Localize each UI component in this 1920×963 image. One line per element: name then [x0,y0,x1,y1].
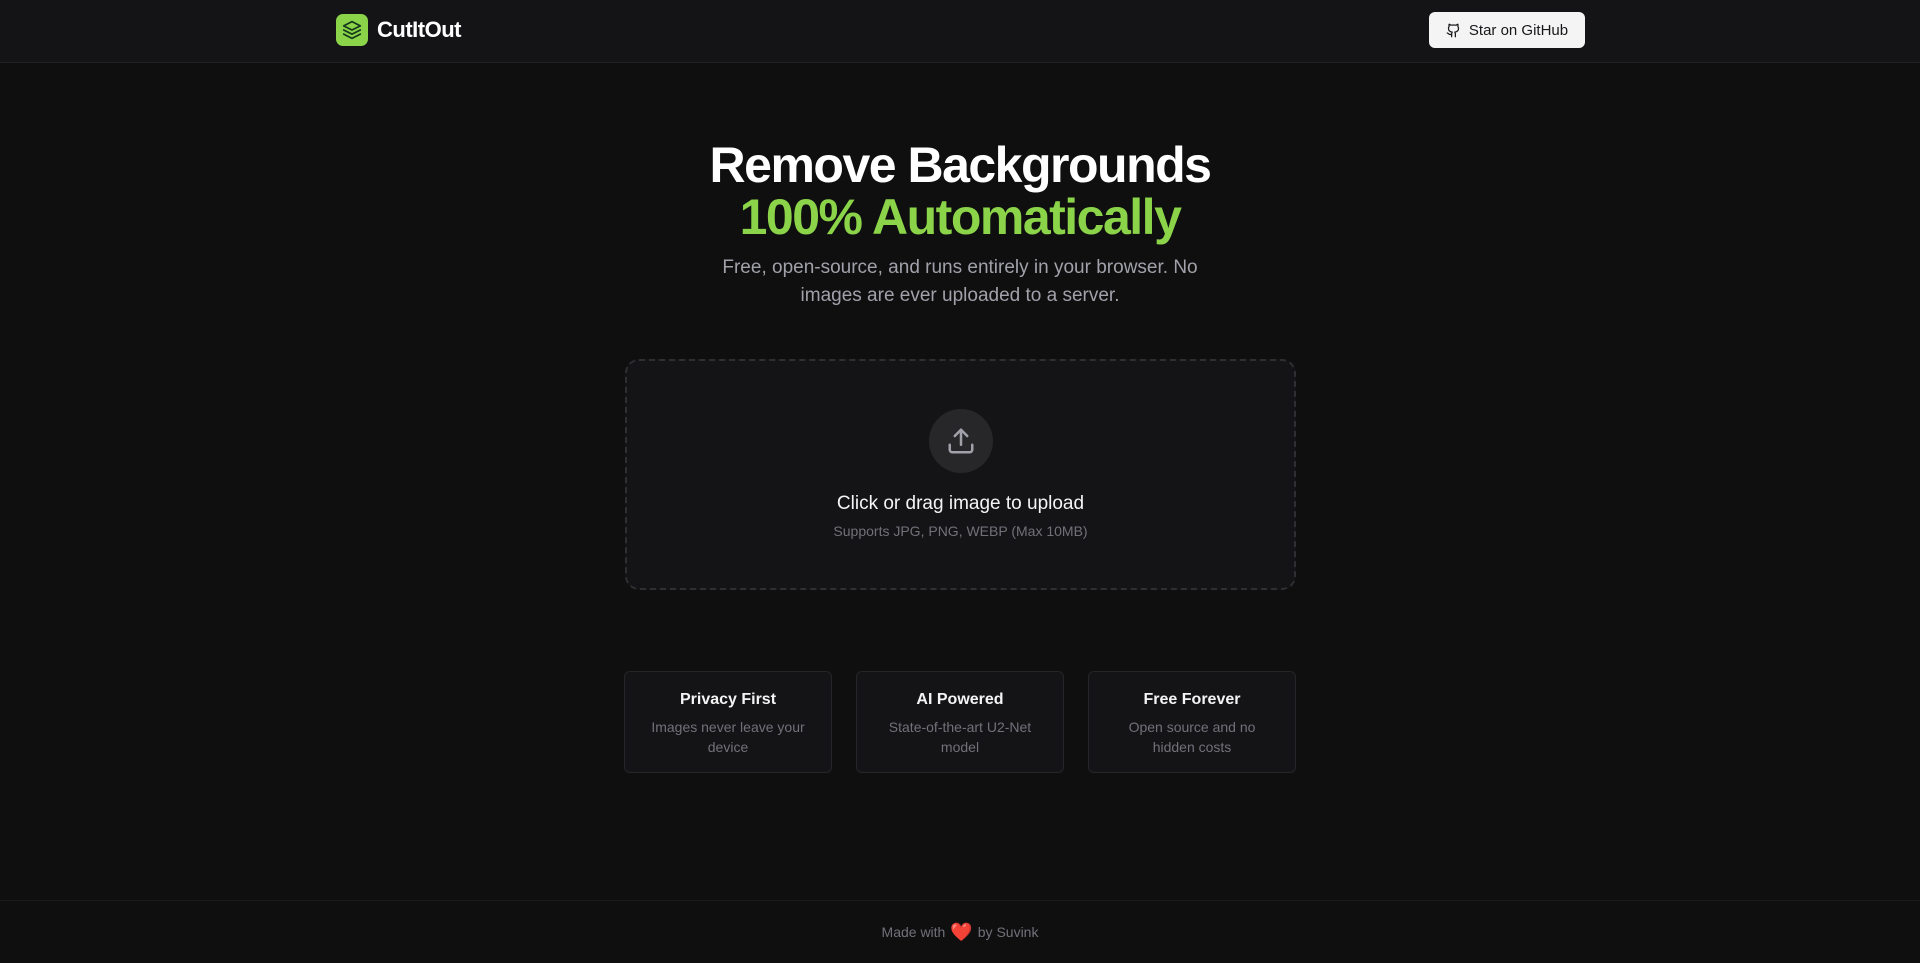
page: CutItOut Star on GitHub Remove Backgroun… [0,0,1920,963]
feature-card-privacy: Privacy First Images never leave your de… [624,671,832,773]
footer-author-credit: by Suvink [977,924,1039,940]
upload-hint: Supports JPG, PNG, WEBP (Max 10MB) [833,523,1088,539]
star-on-github-button[interactable]: Star on GitHub [1429,12,1585,48]
upload-title: Click or drag image to upload [836,493,1085,514]
feature-card-ai: AI Powered State-of-the-art U2-Net model [856,671,1064,773]
top-navbar: CutItOut Star on GitHub [0,0,1920,63]
github-button-label: Star on GitHub [1468,21,1569,39]
hero-title: Remove Backgrounds 100% Automatically [0,140,1920,242]
github-icon [1446,23,1461,38]
feature-description: Open source and no hidden costs [1128,719,1256,755]
layers-logo-icon [336,14,368,46]
feature-title: Privacy First [679,691,777,708]
feature-description: Images never leave your device [651,719,805,755]
footer: Made with ❤️ by Suvink [0,900,1920,963]
upload-dropzone[interactable]: Click or drag image to upload Supports J… [625,359,1296,590]
footer-made-with: Made with [881,924,946,940]
upload-icon [929,409,993,473]
hero-title-line1: Remove Backgrounds [709,137,1212,193]
brand-name: CutItOut [377,17,461,42]
feature-description: State-of-the-art U2-Net model [888,719,1032,755]
feature-title: AI Powered [916,691,1004,708]
hero-subtitle: Free, open-source, and runs entirely in … [722,257,1198,306]
feature-card-free: Free Forever Open source and no hidden c… [1088,671,1296,773]
heart-icon: ❤️ [950,922,973,942]
brand-link[interactable]: CutItOut [336,14,461,46]
hero-title-line2: 100% Automatically [739,189,1182,245]
feature-title: Free Forever [1143,691,1241,708]
